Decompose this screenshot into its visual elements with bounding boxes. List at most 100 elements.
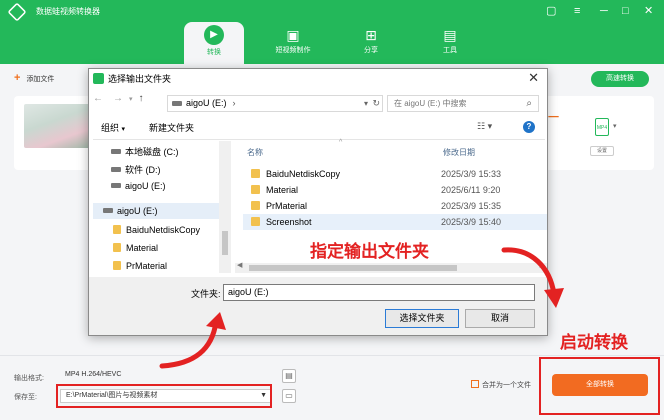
- output-format-select[interactable]: MP4 H.264/HEVC: [60, 369, 272, 383]
- tree-item-material[interactable]: Material: [113, 243, 158, 253]
- plus-icon: +: [14, 72, 21, 84]
- folder-input[interactable]: aigoU (E:): [223, 284, 535, 301]
- minimize-icon[interactable]: ─: [600, 4, 608, 18]
- tree-label: aigoU (E:): [117, 206, 158, 216]
- file-row[interactable]: Material 2025/6/11 9:20: [243, 182, 547, 198]
- forward-arrow-icon[interactable]: →: [113, 93, 123, 104]
- search-input[interactable]: 在 aigoU (E:) 中搜索 ⌕: [387, 95, 539, 112]
- drive-icon: [172, 101, 182, 106]
- add-file-button[interactable]: + 添加文件: [14, 72, 54, 84]
- file-row[interactable]: Screenshot 2025/3/9 15:40: [243, 214, 547, 230]
- select-folder-button[interactable]: 选择文件夹: [385, 309, 459, 328]
- dialog-title: 选择输出文件夹: [108, 74, 172, 84]
- app-title: 数据蛙视频转换器: [36, 7, 100, 16]
- file-date: 2025/3/9 15:40: [441, 217, 502, 227]
- orange-dash-icon: ᅳ: [548, 110, 560, 124]
- convert-icon: ▶: [204, 25, 224, 45]
- help-icon[interactable]: ?: [523, 121, 535, 133]
- folder-icon: [113, 261, 121, 270]
- tab-tools-label: 工具: [443, 47, 457, 54]
- organize-menu[interactable]: 组织 ▾: [101, 121, 125, 134]
- annotation-start-convert: 启动转换: [560, 333, 628, 352]
- image-icon: ▣: [286, 27, 300, 43]
- file-name: BaiduNetdiskCopy: [266, 169, 341, 179]
- maximize-icon[interactable]: □: [622, 4, 629, 18]
- tab-convert[interactable]: ▶ 转换: [184, 22, 244, 64]
- fast-convert-button[interactable]: 高速转换: [591, 71, 649, 87]
- close-icon[interactable]: ✕: [644, 4, 653, 18]
- column-name[interactable]: 名称: [247, 147, 263, 158]
- file-name: Screenshot: [266, 217, 312, 227]
- arrow-to-save-path: [159, 312, 226, 369]
- scroll-left-icon[interactable]: ◀: [237, 261, 242, 269]
- toolbar-divider: [93, 139, 545, 140]
- folder-icon: [251, 185, 260, 194]
- search-icon: ⌕: [526, 98, 532, 109]
- files-scroll-thumb[interactable]: [249, 265, 457, 271]
- file-name: Material: [266, 185, 299, 195]
- tree-label: PrMaterial: [126, 261, 168, 271]
- tab-convert-label: 转换: [207, 49, 221, 56]
- format-badge[interactable]: MP4: [595, 118, 609, 136]
- dialog-title-bar: 选择输出文件夹: [93, 72, 171, 88]
- file-row[interactable]: BaiduNetdiskCopy 2025/3/9 15:33: [243, 166, 547, 182]
- open-folder-icon[interactable]: ▭: [282, 389, 296, 403]
- up-arrow-icon[interactable]: ↑: [139, 93, 144, 104]
- merge-checkbox[interactable]: 合并为一个文件: [471, 380, 531, 390]
- address-bar[interactable]: aigoU (E:) › ▾ ↻: [167, 95, 383, 112]
- history-dropdown-icon[interactable]: ▾: [129, 96, 133, 103]
- organize-dropdown-icon: ▾: [121, 126, 126, 133]
- sort-up-icon: ^: [339, 139, 343, 146]
- settings-button[interactable]: 设置: [590, 146, 614, 156]
- save-to-label: 保存至:: [14, 394, 37, 401]
- organize-label: 组织: [101, 123, 120, 133]
- tree-scrollbar[interactable]: [219, 141, 231, 273]
- drive-icon: [111, 149, 121, 154]
- tree-item-local-c[interactable]: 本地磁盘 (C:): [111, 145, 179, 158]
- tab-short-video[interactable]: ▣ 短视频制作: [263, 22, 323, 64]
- add-file-label: 添加文件: [26, 76, 55, 83]
- tree-scroll-thumb[interactable]: [222, 231, 228, 255]
- file-row[interactable]: PrMaterial 2025/3/9 15:35: [243, 198, 547, 214]
- feedback-icon[interactable]: ▢: [546, 4, 556, 18]
- annotation-specify-folder: 指定输出文件夹: [310, 242, 429, 261]
- drive-icon: [111, 167, 121, 172]
- column-date[interactable]: 修改日期: [443, 147, 475, 158]
- view-options-icon[interactable]: ☷ ▾: [477, 121, 492, 132]
- nav-buttons: ← → ▾ ↑: [93, 93, 144, 104]
- tree-item-software-d[interactable]: 软件 (D:): [111, 163, 161, 176]
- breadcrumb-chevron-icon[interactable]: ›: [233, 98, 236, 108]
- tree-item-baidunetdiskcopy[interactable]: BaiduNetdiskCopy: [113, 225, 200, 235]
- menu-icon[interactable]: ≡: [574, 4, 580, 18]
- video-thumbnail[interactable]: [24, 104, 94, 148]
- new-folder-button[interactable]: 新建文件夹: [149, 121, 194, 134]
- address-dropdown-icon[interactable]: ▾: [364, 96, 368, 111]
- tree-label: aigoU (E:): [125, 181, 166, 191]
- save-to-highlight: [56, 384, 272, 408]
- back-arrow-icon[interactable]: ←: [93, 93, 103, 104]
- output-format-value: MP4 H.264/HEVC: [65, 371, 122, 378]
- folder-tree: 本地磁盘 (C:) 软件 (D:) aigoU (E:) aigoU (E:) …: [93, 141, 231, 273]
- toolbox-icon: ▤: [443, 27, 457, 43]
- tree-item-aigou-e[interactable]: aigoU (E:): [111, 181, 166, 191]
- tab-share[interactable]: ⊞ 分享: [341, 22, 401, 64]
- merge-label: 合并为一个文件: [482, 382, 531, 389]
- share-icon: ⊞: [365, 27, 377, 43]
- tree-label: 软件 (D:): [125, 165, 161, 175]
- folder-icon: [251, 169, 260, 178]
- file-date: 2025/6/11 9:20: [441, 185, 501, 195]
- tree-item-aigou-e-root[interactable]: aigoU (E:): [93, 203, 219, 219]
- folder-icon: [251, 201, 260, 210]
- tab-short-video-label: 短视频制作: [275, 47, 311, 54]
- file-date: 2025/3/9 15:33: [441, 169, 502, 179]
- folder-icon: [251, 217, 260, 226]
- tree-item-prmaterial[interactable]: PrMaterial: [113, 261, 167, 271]
- format-settings-icon[interactable]: ▤: [282, 369, 296, 383]
- convert-highlight: [539, 357, 660, 415]
- dialog-close-icon[interactable]: ✕: [528, 70, 539, 86]
- format-dropdown-icon[interactable]: ▾: [613, 122, 617, 130]
- checkbox-icon: [471, 380, 479, 388]
- folder-label: 文件夹:: [191, 289, 221, 299]
- tab-tools[interactable]: ▤ 工具: [420, 22, 480, 64]
- refresh-icon[interactable]: ↻: [372, 96, 380, 111]
